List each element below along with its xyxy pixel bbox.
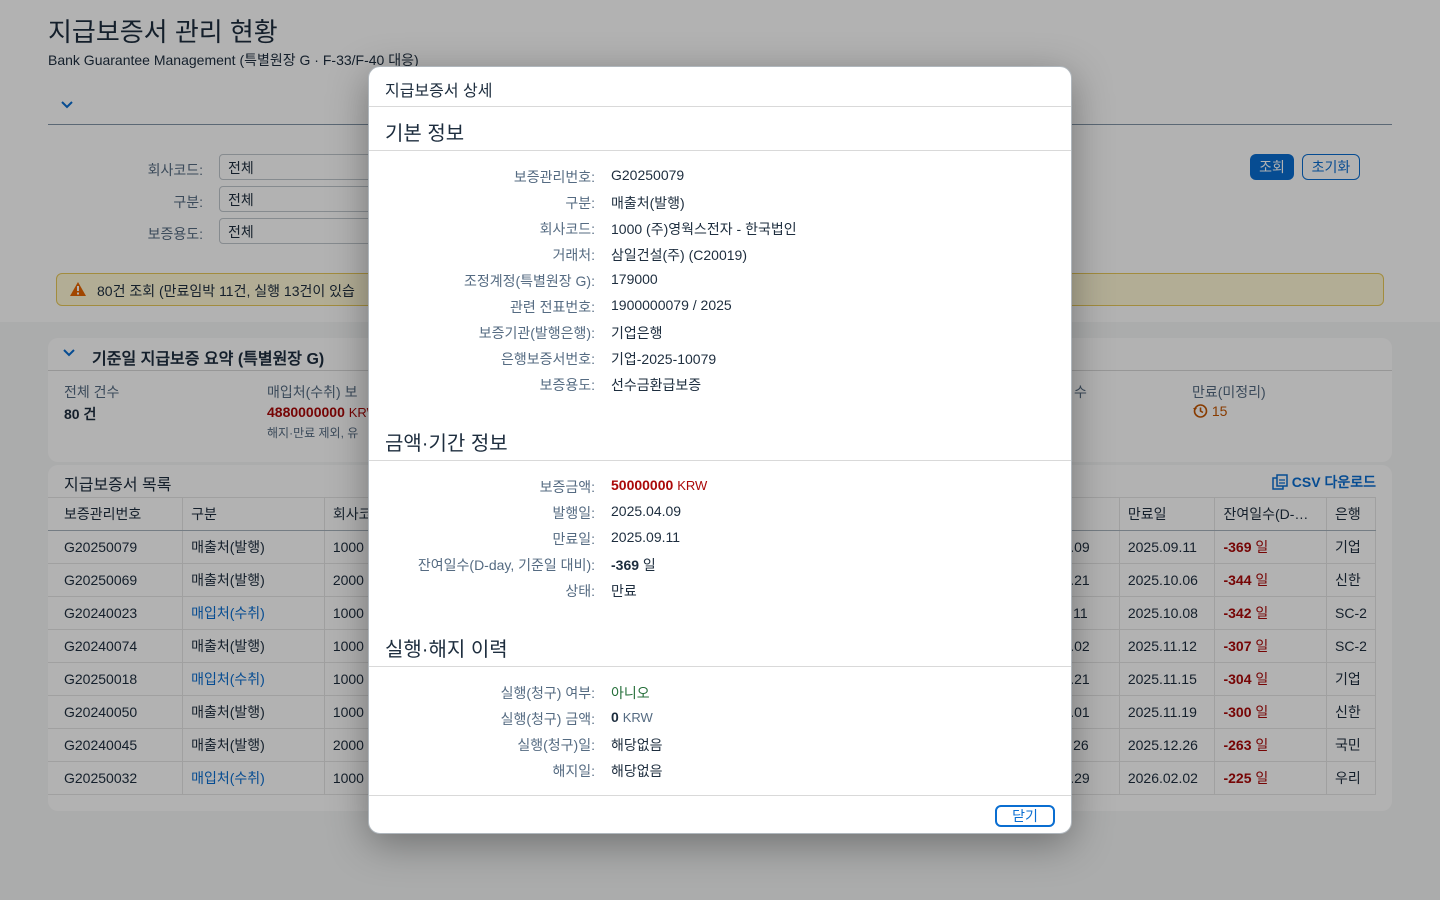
status-value: 만료 xyxy=(611,583,637,599)
execution-amount-value: 0 KRW xyxy=(611,709,653,725)
execution-amount-unit: KRW xyxy=(622,710,653,725)
basic-field-value: 179000 xyxy=(611,271,658,287)
basic-field-value: 기업은행 xyxy=(611,325,663,341)
basic-field-label: 은행보증서번호: xyxy=(500,351,595,367)
remaining-days-value: -369 일 xyxy=(611,555,656,575)
remaining-days-unit: 일 xyxy=(642,557,656,573)
basic-field-value: 1000 (주)영웍스전자 - 한국법인 xyxy=(611,221,797,237)
expiry-date-label: 만료일: xyxy=(552,531,595,547)
section-divider xyxy=(369,666,1071,667)
remaining-days-number: -369 xyxy=(611,557,640,573)
status-label: 상태: xyxy=(565,583,595,599)
section-title-amount: 금액·기간 정보 xyxy=(385,433,508,455)
section-divider xyxy=(369,460,1071,461)
basic-field-label: 구분: xyxy=(565,195,595,211)
basic-field-label: 보증관리번호: xyxy=(513,169,595,185)
basic-field-value: 1900000079 / 2025 xyxy=(611,297,732,313)
basic-field-label: 보증기관(발행은행): xyxy=(478,325,595,341)
execution-value: 아니오 xyxy=(611,685,650,701)
section-title-history: 실행·해지 이력 xyxy=(385,639,508,661)
amount-value: 50000000 KRW xyxy=(611,477,707,493)
execution-date-label: 실행(청구)일: xyxy=(517,737,595,753)
cancel-date-value: 해당없음 xyxy=(611,763,663,779)
execution-label: 실행(청구) 여부: xyxy=(500,685,595,701)
basic-field-label: 보증용도: xyxy=(539,377,595,393)
basic-field-label: 회사코드: xyxy=(539,221,595,237)
basic-field-label: 조정계정(특별원장 G): xyxy=(463,273,595,289)
execution-date-value: 해당없음 xyxy=(611,737,663,753)
basic-field-value: 선수금환급보증 xyxy=(611,377,702,393)
issue-date-label: 발행일: xyxy=(552,505,595,521)
amount-unit: KRW xyxy=(677,478,708,493)
basic-field-label: 관련 전표번호: xyxy=(509,299,595,315)
basic-field-label: 거래처: xyxy=(552,247,595,263)
close-button[interactable]: 닫기 xyxy=(995,805,1055,827)
remaining-days-label: 잔여일수(D-day, 기준일 대비): xyxy=(417,557,595,573)
issue-date-value: 2025.04.09 xyxy=(611,503,682,519)
execution-amount-number: 0 xyxy=(611,709,619,725)
amount-label: 보증금액: xyxy=(539,479,595,495)
section-divider xyxy=(369,150,1071,151)
dialog-header: 지급보증서 상세 xyxy=(369,67,1071,107)
basic-field-value: 매출처(발행) xyxy=(611,195,685,211)
dialog-footer: 닫기 xyxy=(369,795,1071,833)
dialog-title: 지급보증서 상세 xyxy=(385,83,493,100)
guarantee-detail-dialog: 지급보증서 상세 기본 정보 보증관리번호: G20250079 구분: 매출처(발행… xyxy=(368,66,1072,834)
basic-field-value: 삼일건설(주) (C20019) xyxy=(611,247,747,263)
basic-field-value: 기업-2025-10079 xyxy=(611,351,717,367)
section-title-basic: 기본 정보 xyxy=(385,123,465,145)
execution-amount-label: 실행(청구) 금액: xyxy=(500,711,595,727)
expiry-date-value: 2025.09.11 xyxy=(611,529,681,545)
amount-number: 50000000 xyxy=(611,477,674,493)
dialog-body: 기본 정보 보증관리번호: G20250079 구분: 매출처(발행) 회사코드: 100… xyxy=(369,107,1071,795)
basic-field-value: G20250079 xyxy=(611,167,685,183)
cancel-date-label: 해지일: xyxy=(552,763,595,779)
